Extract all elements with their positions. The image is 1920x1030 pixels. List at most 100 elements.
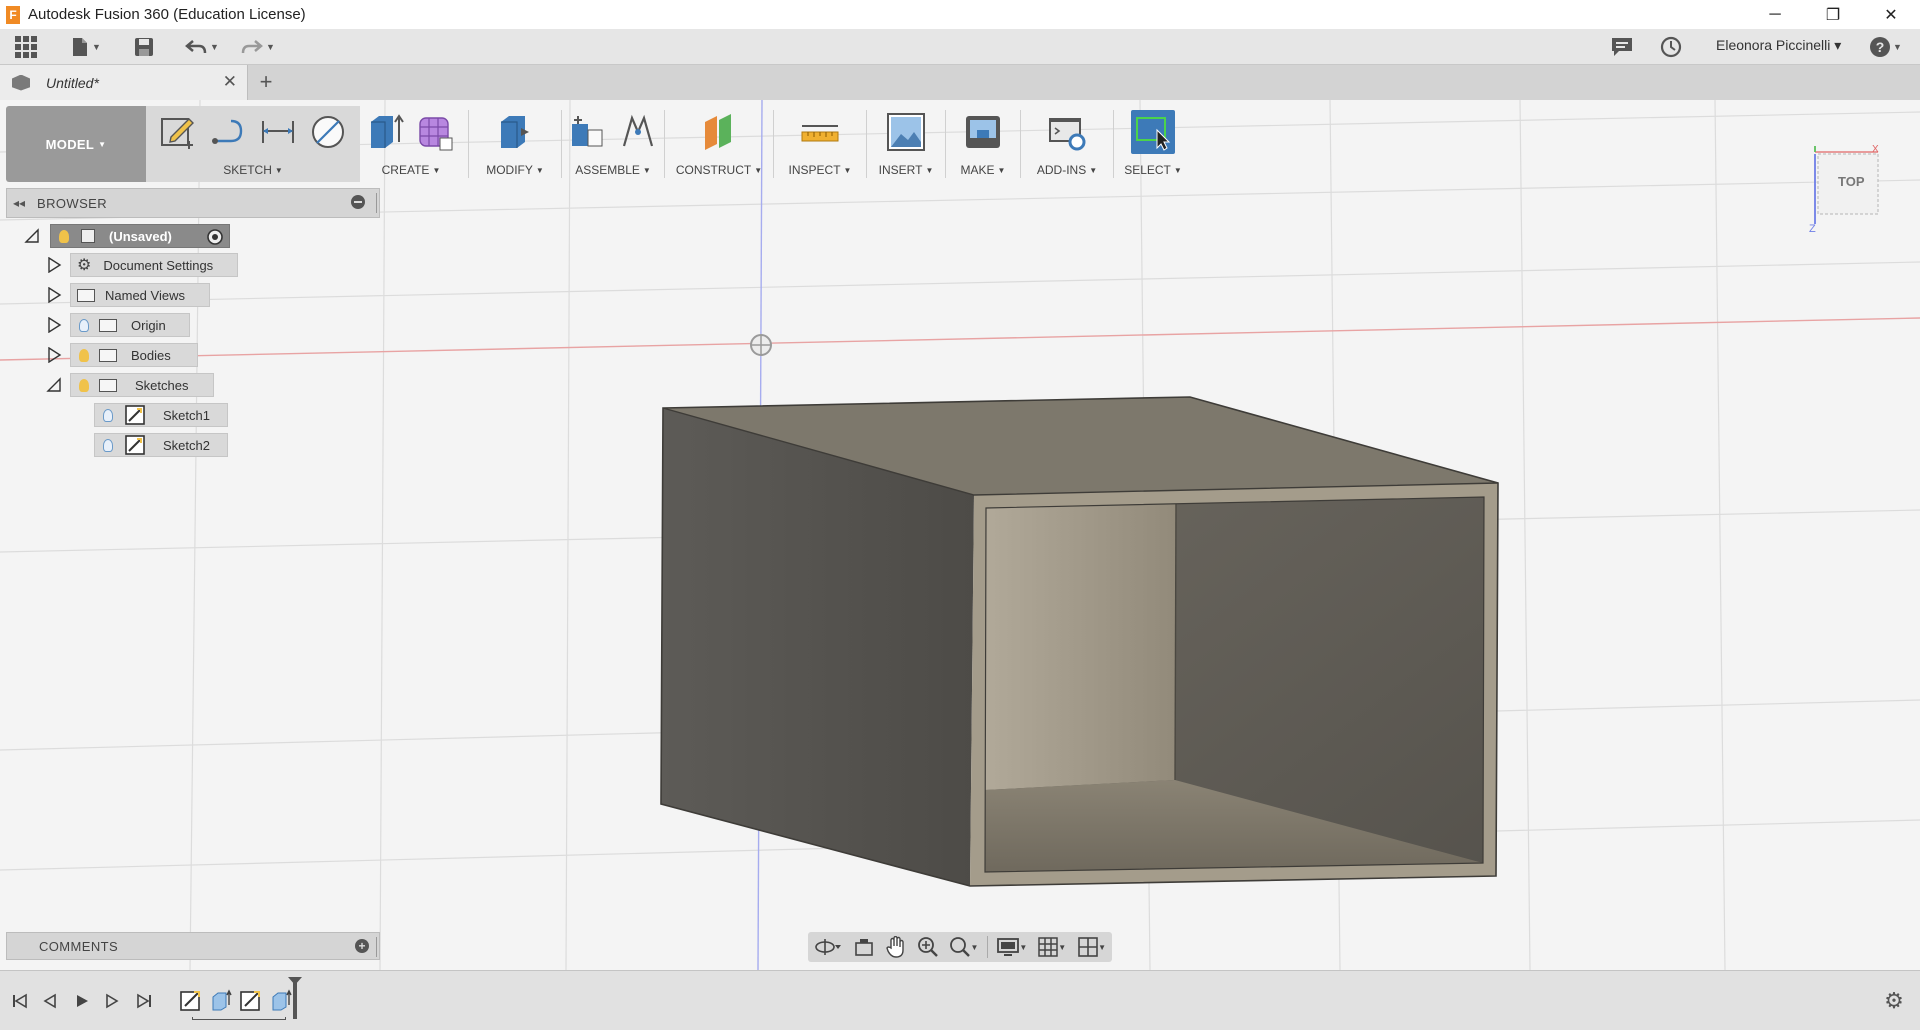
stop-sketch-button[interactable] — [306, 110, 350, 154]
undo-button[interactable]: ▼ — [180, 33, 224, 61]
expanded-triangle-icon[interactable] — [46, 377, 62, 393]
tree-item-named-views[interactable]: Named Views — [70, 283, 210, 307]
select-menu[interactable]: SELECT ▼ — [1124, 158, 1182, 182]
notifications-button[interactable] — [1608, 33, 1636, 61]
timeline-sketch-feature[interactable] — [238, 987, 264, 1013]
create-tool-group: CREATE ▼ — [360, 106, 462, 182]
view-cube[interactable]: Z X TOP — [1800, 144, 1890, 235]
visibility-bulb-off-icon[interactable] — [79, 318, 89, 332]
timeline-extrude-feature[interactable] — [268, 987, 294, 1013]
view-cube-face-label[interactable]: TOP — [1838, 174, 1865, 189]
assemble-menu[interactable]: ASSEMBLE ▼ — [575, 158, 651, 182]
sketch-menu[interactable]: SKETCH ▼ — [223, 158, 283, 182]
close-tab-icon[interactable]: ✕ — [223, 72, 237, 92]
collapsed-triangle-icon[interactable] — [46, 317, 62, 333]
timeline-previous-button[interactable] — [38, 989, 62, 1013]
visibility-bulb-off-icon[interactable] — [103, 408, 113, 422]
add-comment-icon[interactable]: + — [355, 939, 369, 953]
construct-menu[interactable]: CONSTRUCT ▼ — [676, 158, 762, 182]
display-settings-button[interactable]: ▼ — [992, 933, 1032, 961]
close-window-button[interactable]: ✕ — [1862, 0, 1920, 29]
measure-button[interactable] — [798, 110, 842, 154]
tree-item-document-settings[interactable]: ⚙ Document Settings — [70, 253, 238, 277]
line-arc-icon — [212, 119, 243, 144]
document-tab[interactable]: Untitled* ✕ — [0, 65, 248, 100]
file-menu-button[interactable]: ▼ — [66, 33, 106, 61]
extrude-button[interactable] — [364, 110, 408, 154]
new-component-button[interactable] — [566, 110, 610, 154]
scripts-addins-button[interactable] — [1045, 110, 1089, 154]
workspace-label: MODEL — [45, 136, 95, 152]
joint-button[interactable] — [616, 110, 660, 154]
tree-item-root[interactable]: (Unsaved) — [50, 224, 230, 248]
browser-panel-header[interactable]: ◂◂ BROWSER — [6, 188, 380, 218]
visibility-bulb-icon[interactable] — [59, 229, 69, 243]
grid-settings-button[interactable]: ▼ — [1032, 933, 1072, 961]
3d-print-button[interactable] — [961, 110, 1005, 154]
insert-canvas-button[interactable] — [884, 110, 928, 154]
new-tab-button[interactable]: + — [252, 68, 280, 96]
canvas-viewport[interactable]: Z X TOP — [0, 100, 1920, 970]
minimize-button[interactable]: ─ — [1746, 0, 1804, 29]
form-button[interactable] — [414, 110, 458, 154]
look-at-button[interactable] — [848, 933, 880, 961]
panel-minimize-icon[interactable] — [351, 195, 365, 209]
inspect-menu[interactable]: INSPECT ▼ — [789, 158, 852, 182]
job-status-button[interactable] — [1657, 33, 1685, 61]
tree-item-bodies[interactable]: Bodies — [70, 343, 198, 367]
addins-menu[interactable]: ADD-INS ▼ — [1037, 158, 1097, 182]
make-menu[interactable]: MAKE ▼ — [961, 158, 1006, 182]
help-button[interactable]: ? ▼ — [1866, 33, 1906, 61]
user-account-menu[interactable]: Eleonora Piccinelli ▾ — [1716, 37, 1841, 54]
panel-resize-grip[interactable] — [376, 193, 379, 213]
orbit-button[interactable] — [808, 933, 848, 961]
redo-button[interactable]: ▼ — [236, 33, 280, 61]
modify-menu[interactable]: MODIFY ▼ — [486, 158, 544, 182]
visibility-bulb-icon[interactable] — [79, 378, 89, 392]
insert-menu[interactable]: INSERT ▼ — [879, 158, 934, 182]
tree-item-sketches[interactable]: Sketches — [70, 373, 214, 397]
fit-button[interactable]: ▼ — [944, 933, 984, 961]
tube-body-model[interactable] — [660, 396, 1499, 887]
timeline-next-button[interactable] — [100, 989, 124, 1013]
timeline-marker[interactable] — [293, 981, 297, 1019]
collapsed-triangle-icon[interactable] — [46, 257, 62, 273]
create-sketch-button[interactable] — [156, 110, 200, 154]
visibility-bulb-off-icon[interactable] — [103, 438, 113, 452]
tree-item-origin[interactable]: Origin — [70, 313, 190, 337]
restore-button[interactable]: ❐ — [1804, 0, 1862, 29]
timeline-last-button[interactable] — [132, 989, 156, 1013]
save-button[interactable] — [130, 33, 158, 61]
skip-forward-icon — [137, 993, 151, 1009]
panel-resize-grip[interactable] — [376, 937, 379, 957]
zoom-button[interactable] — [912, 933, 944, 961]
collapsed-triangle-icon[interactable] — [46, 287, 62, 303]
activate-radio-icon[interactable] — [206, 228, 224, 246]
timeline-extrude-feature[interactable] — [208, 987, 234, 1013]
origin-point-icon[interactable] — [750, 334, 772, 356]
collapse-panel-icon[interactable]: ◂◂ — [13, 196, 25, 210]
press-pull-button[interactable] — [493, 110, 537, 154]
select-button[interactable] — [1131, 110, 1175, 154]
folder-icon — [99, 318, 117, 332]
workspace-switcher[interactable]: MODEL ▼ — [6, 106, 146, 182]
data-panel-button[interactable] — [12, 33, 40, 61]
timeline-sketch-feature[interactable] — [178, 987, 204, 1013]
tree-item-sketch1[interactable]: Sketch1 — [94, 403, 228, 427]
pan-button[interactable] — [880, 933, 912, 961]
offset-plane-button[interactable] — [697, 110, 741, 154]
line-tool-button[interactable] — [206, 110, 250, 154]
timeline-first-button[interactable] — [8, 989, 32, 1013]
expanded-triangle-icon[interactable] — [24, 228, 40, 244]
timeline-play-button[interactable] — [70, 989, 94, 1013]
collapsed-triangle-icon[interactable] — [46, 347, 62, 363]
comments-panel-header[interactable]: COMMENTS + — [6, 932, 380, 960]
visibility-bulb-icon[interactable] — [79, 348, 89, 362]
tree-item-sketch2[interactable]: Sketch2 — [94, 433, 228, 457]
create-menu[interactable]: CREATE ▼ — [382, 158, 441, 182]
zoom-window-icon — [949, 937, 970, 957]
dimension-tool-button[interactable] — [256, 110, 300, 154]
toolbar-separator — [866, 110, 867, 178]
timeline-settings-gear-icon[interactable]: ⚙ — [1882, 989, 1906, 1013]
viewports-button[interactable]: ▼ — [1072, 933, 1112, 961]
